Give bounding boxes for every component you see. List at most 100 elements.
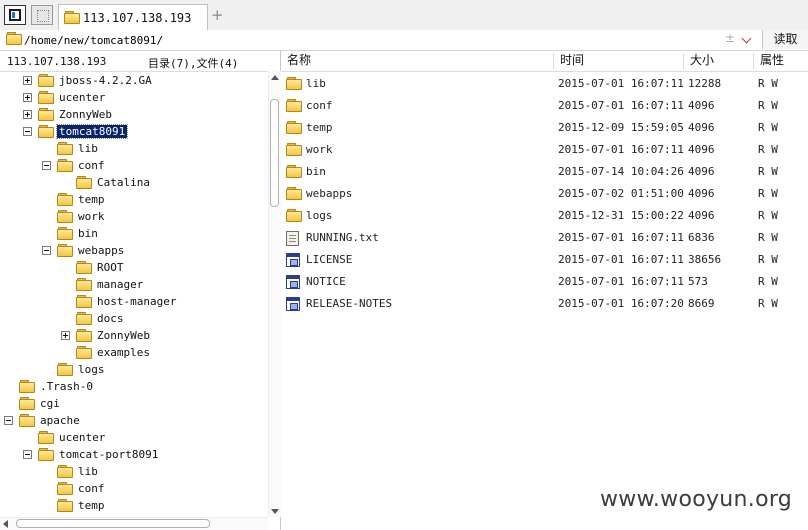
file-row[interactable]: RUNNING.txt 2015-07-01 16:07:11 6836 R W xyxy=(281,227,808,249)
tree-horizontal-scrollbar[interactable] xyxy=(0,517,268,530)
scroll-up-icon[interactable] xyxy=(271,75,279,80)
tree-node[interactable]: jboss-4.2.2.GA xyxy=(0,73,268,90)
file-row[interactable]: NOTICE 2015-07-01 16:07:11 573 R W xyxy=(281,271,808,293)
blank-tab-button[interactable] xyxy=(31,5,53,25)
directory-tree-pane: 113.107.138.193 目录(7),文件(4) jboss-4.2.2.… xyxy=(0,51,281,530)
tree-node[interactable]: webapps xyxy=(0,243,268,260)
tree-node[interactable]: temp xyxy=(0,498,268,515)
tree-node-label: conf xyxy=(78,159,105,172)
expand-icon[interactable] xyxy=(23,110,32,119)
collapse-icon[interactable] xyxy=(4,416,13,425)
tree-node[interactable]: apache xyxy=(0,413,268,430)
column-size-header[interactable]: 大小 xyxy=(684,53,754,69)
tree-node[interactable]: tomcat-port8091 xyxy=(0,447,268,464)
file-time: 2015-07-02 01:51:00 xyxy=(558,187,684,200)
file-time: 2015-07-01 16:07:11 xyxy=(558,231,684,244)
tree-node[interactable]: lib xyxy=(0,464,268,481)
folder-icon xyxy=(57,482,73,495)
tree-node[interactable]: ucenter xyxy=(0,90,268,107)
encoding-toggle[interactable]: ± xyxy=(725,31,735,45)
tree-node[interactable]: logs xyxy=(0,362,268,379)
tree-node-label: cgi xyxy=(40,397,60,410)
file-list-header: 名称 时间 大小 属性 xyxy=(281,51,808,72)
read-button[interactable]: 读取 xyxy=(762,30,808,49)
binary-file-icon xyxy=(286,275,300,289)
tab-bar: 113.107.138.193 + xyxy=(0,0,808,31)
file-size: 4096 xyxy=(688,209,715,222)
tree-node[interactable]: Catalina xyxy=(0,175,268,192)
collapse-icon[interactable] xyxy=(42,246,51,255)
file-row[interactable]: webapps 2015-07-02 01:51:00 4096 R W xyxy=(281,183,808,205)
scroll-thumb[interactable] xyxy=(270,99,279,207)
tree-node[interactable]: bin xyxy=(0,226,268,243)
tree-node[interactable]: docs xyxy=(0,311,268,328)
tree-node-label: work xyxy=(78,210,105,223)
tree-node-label: webapps xyxy=(78,244,125,257)
file-row[interactable]: temp 2015-12-09 15:59:05 4096 R W xyxy=(281,117,808,139)
file-row[interactable]: LICENSE 2015-07-01 16:07:11 38656 R W xyxy=(281,249,808,271)
folder-icon xyxy=(57,363,73,376)
expand-icon[interactable] xyxy=(23,76,32,85)
tree-node[interactable]: ucenter xyxy=(0,430,268,447)
file-size: 4096 xyxy=(688,99,715,112)
tab-host[interactable]: 113.107.138.193 xyxy=(58,4,208,30)
file-time: 2015-07-14 10:04:26 xyxy=(558,165,684,178)
folder-icon xyxy=(57,465,73,478)
add-tab-button[interactable]: + xyxy=(211,6,224,24)
tree-node[interactable]: work xyxy=(0,209,268,226)
expand-icon[interactable] xyxy=(23,93,32,102)
folder-icon xyxy=(57,244,73,257)
file-attributes: R W xyxy=(758,187,778,200)
file-name: LICENSE xyxy=(306,253,353,266)
tree-node-label: host-manager xyxy=(97,295,177,308)
tree-node[interactable]: host-manager xyxy=(0,294,268,311)
folder-icon xyxy=(38,431,54,444)
file-row[interactable]: conf 2015-07-01 16:07:11 4096 R W xyxy=(281,95,808,117)
scroll-left-icon[interactable] xyxy=(3,520,8,528)
tree-node[interactable]: ROOT xyxy=(0,260,268,277)
panel-toggle-button[interactable] xyxy=(4,5,26,25)
tree-vertical-scrollbar[interactable] xyxy=(268,71,281,517)
file-row[interactable]: work 2015-07-01 16:07:11 4096 R W xyxy=(281,139,808,161)
file-row[interactable]: logs 2015-12-31 15:00:22 4096 R W xyxy=(281,205,808,227)
file-row[interactable]: bin 2015-07-14 10:04:26 4096 R W xyxy=(281,161,808,183)
tree-node[interactable]: temp xyxy=(0,192,268,209)
tree-node[interactable]: lib xyxy=(0,141,268,158)
folder-icon xyxy=(286,209,302,222)
tree-node[interactable]: tomcat8091 xyxy=(0,124,268,141)
path-input[interactable] xyxy=(24,32,704,48)
file-size: 4096 xyxy=(688,121,715,134)
column-time-header[interactable]: 时间 xyxy=(554,53,684,69)
file-time: 2015-07-01 16:07:11 xyxy=(558,77,684,90)
scroll-down-icon[interactable] xyxy=(271,509,279,514)
tree-node-label: ZonnyWeb xyxy=(97,329,150,342)
column-attr-header[interactable]: 属性 xyxy=(754,53,808,69)
folder-icon xyxy=(64,11,80,24)
tree-node[interactable]: conf xyxy=(0,481,268,498)
file-size: 12288 xyxy=(688,77,722,90)
tree-node[interactable]: examples xyxy=(0,345,268,362)
collapse-icon[interactable] xyxy=(23,450,32,459)
scroll-thumb[interactable] xyxy=(16,519,210,528)
tree-node[interactable]: .Trash-0 xyxy=(0,379,268,396)
file-attributes: R W xyxy=(758,275,778,288)
collapse-icon[interactable] xyxy=(42,161,51,170)
file-row[interactable]: lib 2015-07-01 16:07:11 12288 R W xyxy=(281,73,808,95)
column-name-header[interactable]: 名称 xyxy=(281,53,554,69)
expand-icon[interactable] xyxy=(61,331,70,340)
file-attributes: R W xyxy=(758,209,778,222)
tree-node[interactable]: manager xyxy=(0,277,268,294)
tree-node[interactable]: ZonnyWeb xyxy=(0,107,268,124)
file-row[interactable]: RELEASE-NOTES 2015-07-01 16:07:20 8669 R W xyxy=(281,293,808,315)
binary-file-icon xyxy=(286,253,300,267)
tree-node-label: ZonnyWeb xyxy=(59,108,112,121)
tree-node[interactable]: ZonnyWeb xyxy=(0,328,268,345)
file-size: 6836 xyxy=(688,231,715,244)
tree-node[interactable]: conf xyxy=(0,158,268,175)
tree-node[interactable]: cgi xyxy=(0,396,268,413)
folder-icon xyxy=(6,32,22,45)
folder-icon xyxy=(19,397,35,410)
chevron-down-icon[interactable] xyxy=(741,33,752,44)
collapse-icon[interactable] xyxy=(23,127,32,136)
folder-icon xyxy=(19,414,35,427)
